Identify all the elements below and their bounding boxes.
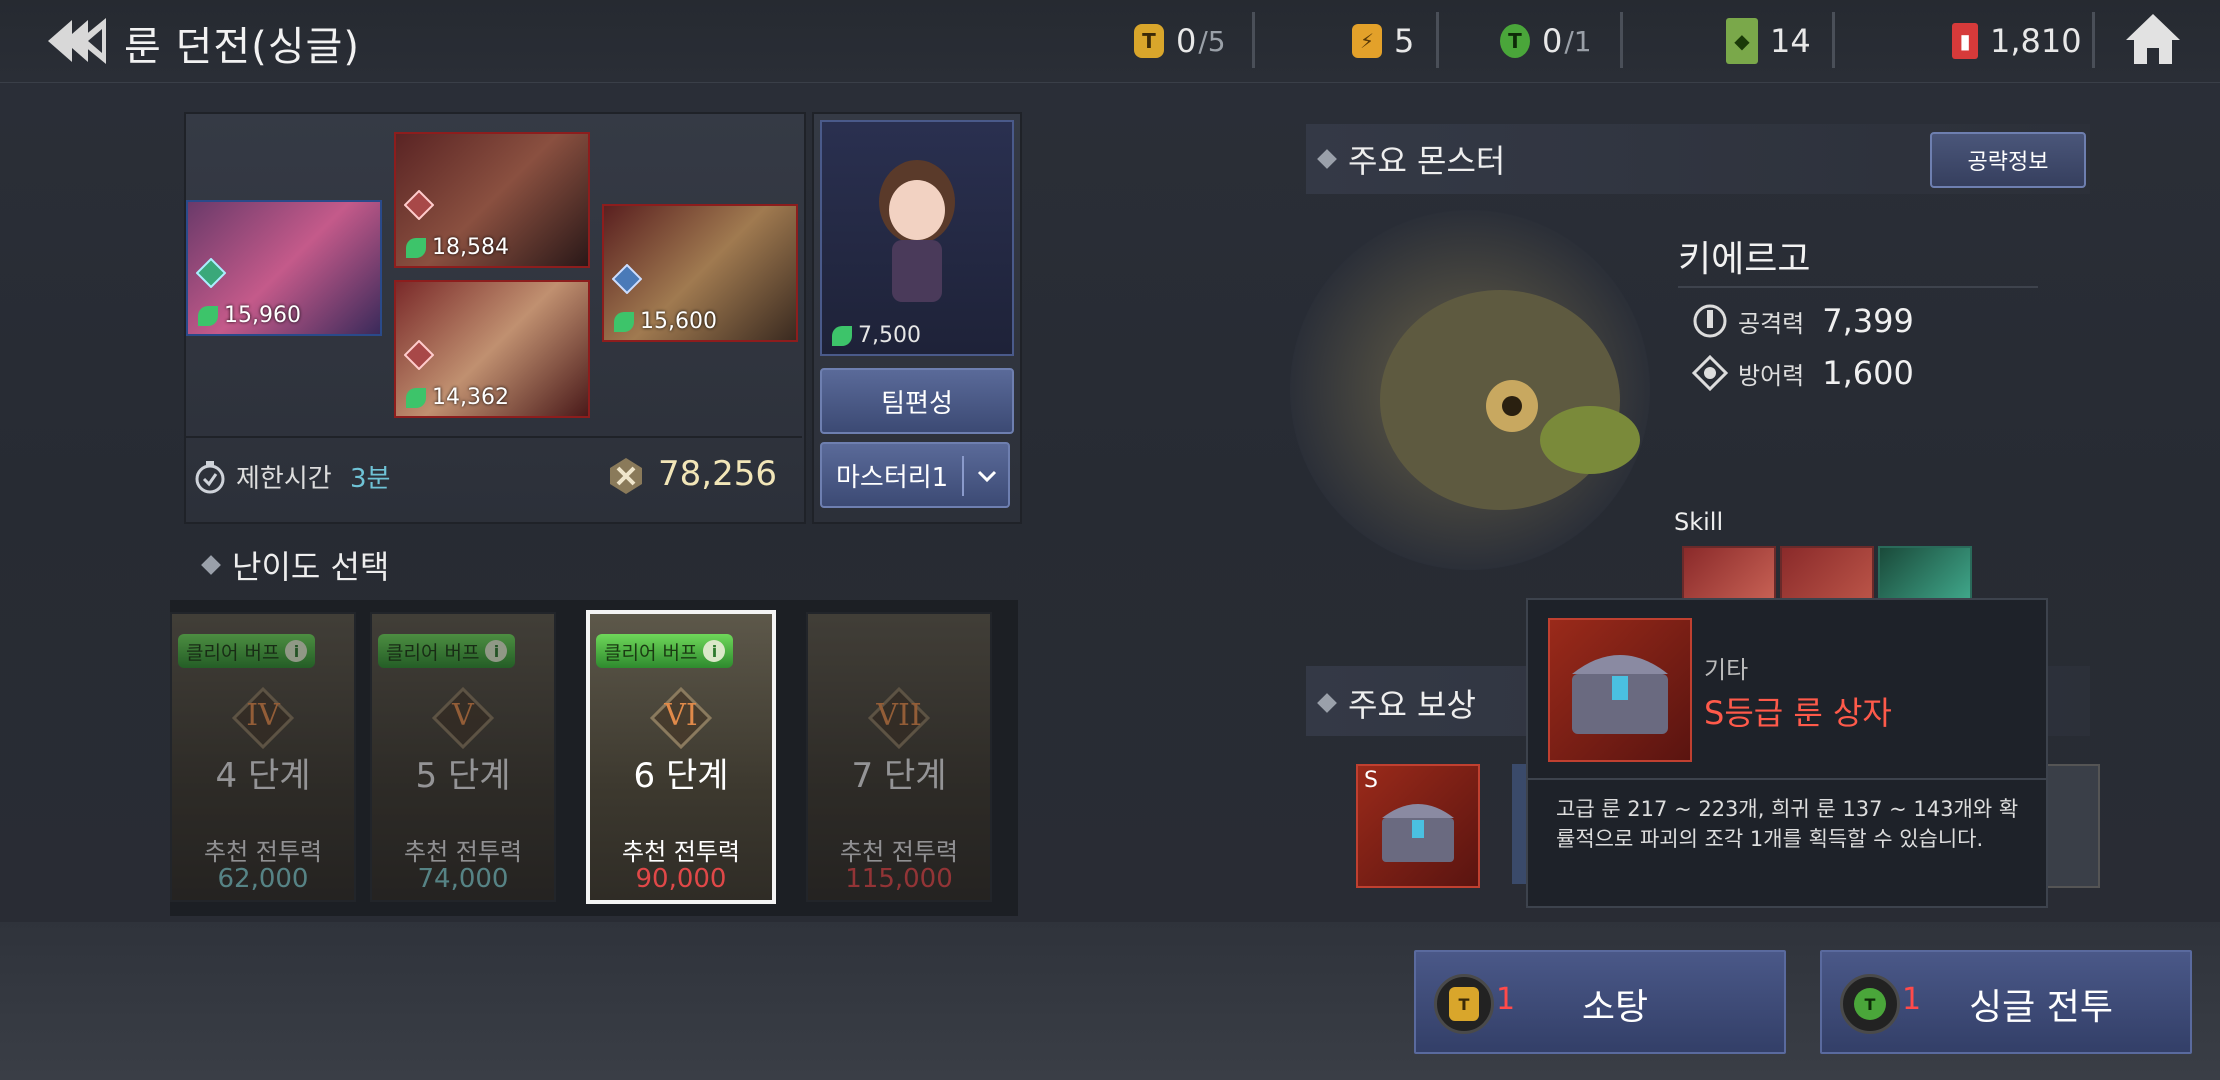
pet-cp: 7,500	[832, 323, 921, 348]
monster-portrait	[1290, 210, 1650, 570]
divider	[962, 456, 964, 496]
defense-icon	[1692, 355, 1728, 391]
difficulty-card[interactable]: 클리어 버프 i V 5 단계 추천 전투력 74,000	[370, 612, 556, 902]
info-icon[interactable]: i	[703, 640, 726, 662]
resource-value: 0	[1542, 22, 1563, 60]
clear-buff-badge: 클리어 버프 i	[596, 634, 734, 668]
divider	[184, 436, 802, 438]
resource-gold-ticket[interactable]: T 0/5	[1134, 18, 1226, 64]
mastery-label: 마스터리1	[836, 462, 949, 493]
resource-green-scroll[interactable]: ◆ 14	[1726, 18, 1811, 64]
hero-card[interactable]: 18,584	[394, 132, 590, 268]
defense-stat: 방어력 1,600	[1692, 354, 1914, 392]
dim-overlay	[372, 614, 554, 900]
divider	[1620, 12, 1623, 68]
resource-max: /5	[1198, 24, 1226, 58]
difficulty-card[interactable]: 클리어 버프 i IV 4 단계 추천 전투력 62,000	[170, 612, 356, 902]
attack-stat: 공격력 7,399	[1692, 302, 1914, 340]
difficulty-card[interactable]: VII 7 단계 추천 전투력 115,000	[806, 612, 992, 902]
mastery-dropdown[interactable]: 마스터리1	[820, 442, 1010, 508]
monster-name: 키에르고	[1678, 239, 1811, 280]
pet-portrait	[879, 160, 955, 302]
hero-cp: 14,362	[406, 385, 509, 410]
class-icon	[404, 190, 434, 220]
leaf-icon	[614, 311, 634, 332]
recommended-power-value: 90,000	[635, 864, 727, 894]
tooltip-item-name: S등급 룬 상자	[1704, 694, 1892, 732]
divider	[1528, 778, 2046, 780]
grade-label: S	[1364, 768, 1378, 793]
divider	[1678, 286, 2038, 288]
resource-stamina[interactable]: ⚡ 5	[1352, 18, 1414, 64]
combat-power-icon	[610, 458, 642, 494]
green-scroll-icon: ◆	[1726, 18, 1758, 64]
total-combat-power: 78,256	[658, 454, 777, 494]
difficulty-card-selected[interactable]: 클리어 버프 i VI 6 단계 추천 전투력 90,000	[586, 610, 776, 904]
treasure-chest-icon	[1382, 804, 1454, 862]
leaf-icon	[406, 387, 426, 408]
bullet-icon	[201, 555, 221, 575]
chevron-down-icon	[977, 470, 997, 483]
reward-item-s-rune-box[interactable]: S	[1356, 764, 1480, 888]
hero-cp: 15,600	[614, 309, 717, 334]
attack-icon	[1693, 304, 1727, 338]
hero-cp: 18,584	[406, 235, 509, 260]
gold-ticket-icon: T	[1134, 24, 1164, 58]
leaf-icon	[198, 305, 218, 326]
leaf-icon	[832, 325, 852, 346]
divider	[1832, 12, 1835, 68]
reward-section-title: 주요 보상	[1317, 680, 1476, 726]
reward-item[interactable]	[2042, 764, 2100, 888]
resource-value: 0	[1176, 22, 1197, 60]
leaf-icon	[406, 237, 426, 258]
divider	[2092, 12, 2095, 68]
tooltip-item-image	[1548, 618, 1692, 762]
resource-green-ticket[interactable]: T 0/1	[1500, 18, 1592, 64]
resource-max: /1	[1564, 24, 1592, 58]
pet-card[interactable]: 7,500	[820, 120, 1014, 356]
team-edit-button[interactable]: 팀편성	[820, 368, 1014, 434]
time-limit-label: 제한시간	[236, 464, 332, 494]
resource-value: 14	[1770, 22, 1811, 60]
dim-overlay	[172, 614, 354, 900]
home-icon[interactable]	[2124, 12, 2182, 66]
timer-icon	[195, 461, 225, 494]
skill-label: Skill	[1674, 508, 1724, 536]
back-arrow-icon[interactable]	[44, 16, 108, 66]
stage-label: 6 단계	[633, 756, 729, 796]
recommended-power-label: 추천 전투력	[621, 838, 741, 866]
page-title: 룬 던전(싱글)	[124, 24, 360, 70]
bullet-icon	[1317, 149, 1337, 169]
resource-red-gem[interactable]: ▮ 1,810	[1952, 18, 2082, 64]
item-tooltip: 기타 S등급 룬 상자 고급 룬 217 ~ 223개, 희귀 룬 137 ~ …	[1526, 598, 2048, 908]
sweep-label: 소탕	[1581, 987, 1649, 1028]
class-icon	[612, 264, 642, 294]
battle-label: 싱글 전투	[1969, 987, 2113, 1028]
hero-card[interactable]: 15,960	[186, 200, 382, 336]
sweep-button[interactable]: T 1 소탕	[1414, 950, 1786, 1054]
stamina-icon: ⚡	[1352, 24, 1382, 58]
class-icon	[196, 258, 226, 288]
divider	[1436, 12, 1439, 68]
stage-emblem: VI	[649, 686, 713, 750]
treasure-chest-icon	[1572, 655, 1668, 734]
bullet-icon	[1317, 693, 1337, 713]
tooltip-category: 기타	[1704, 656, 1749, 684]
hero-card[interactable]: 14,362	[394, 280, 590, 418]
single-battle-button[interactable]: T 1 싱글 전투	[1820, 950, 2192, 1054]
strategy-info-button[interactable]: 공략정보	[1930, 132, 2086, 188]
resource-value: 5	[1394, 22, 1415, 60]
divider	[1252, 12, 1255, 68]
monster-section-title: 주요 몬스터	[1317, 136, 1505, 182]
difficulty-section-title: 난이도 선택	[201, 542, 389, 588]
red-gem-icon: ▮	[1952, 23, 1978, 59]
green-ticket-icon: T	[1500, 24, 1530, 58]
time-limit-value: 3분	[350, 464, 391, 494]
tooltip-description: 고급 룬 217 ~ 223개, 희귀 룬 137 ~ 143개와 확률적으로 …	[1556, 797, 2019, 851]
hero-cp: 15,960	[198, 303, 301, 328]
class-icon	[404, 340, 434, 370]
resource-value: 1,810	[1990, 22, 2082, 60]
hero-card[interactable]: 15,600	[602, 204, 798, 342]
dim-overlay	[808, 614, 990, 900]
